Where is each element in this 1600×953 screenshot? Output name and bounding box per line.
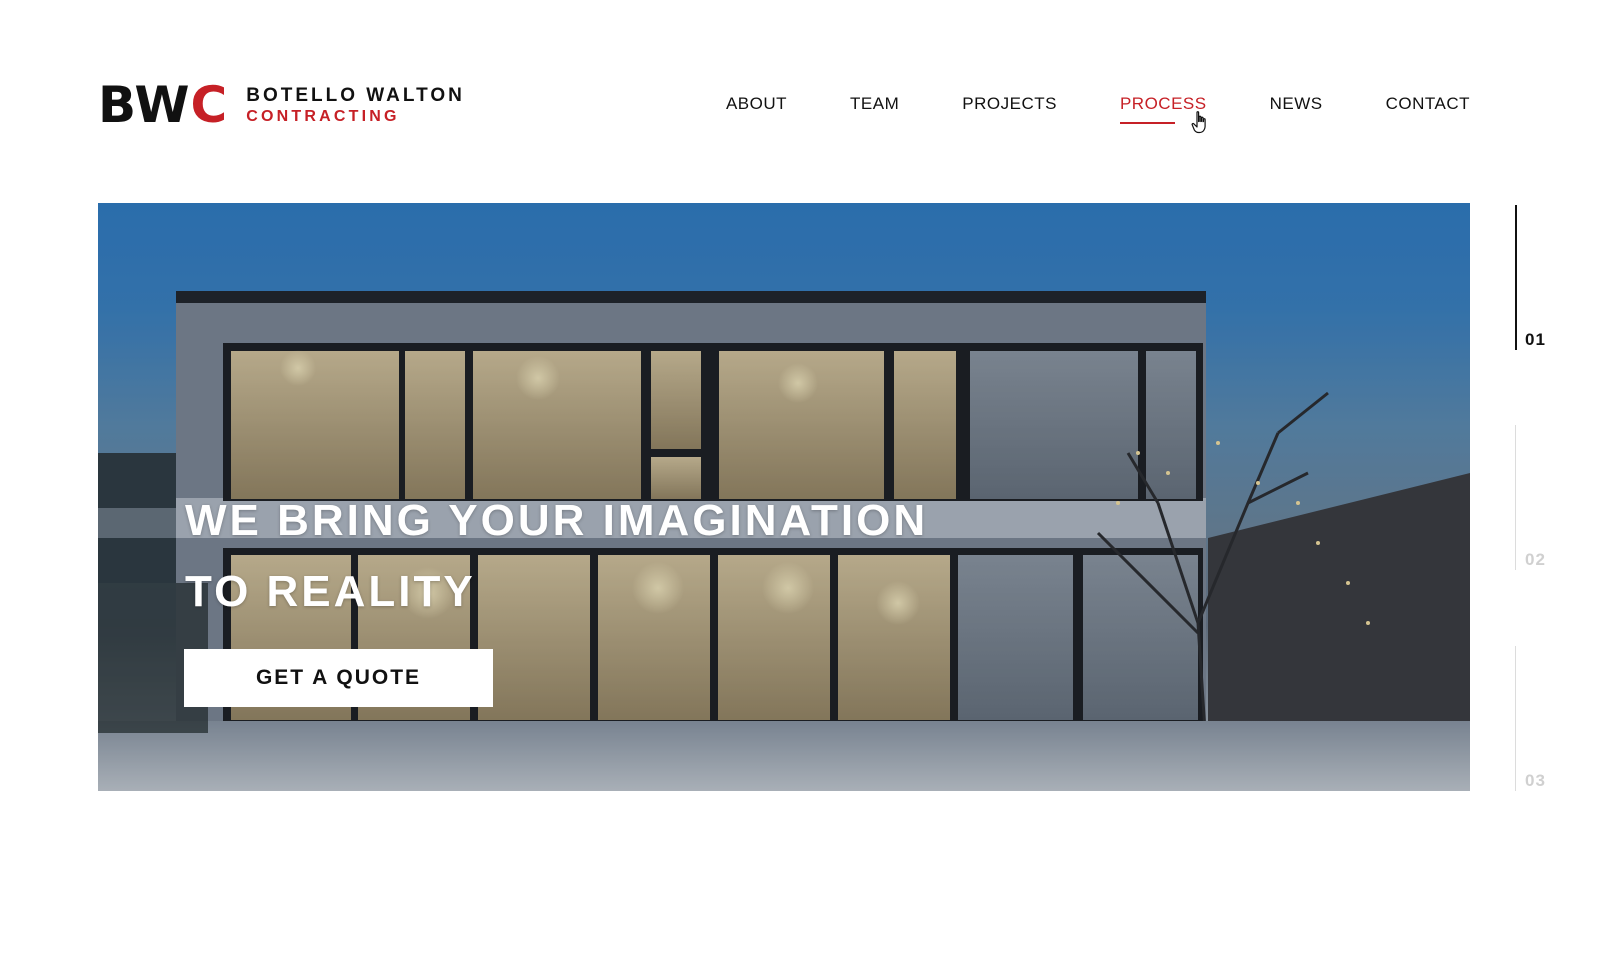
nav-item-projects[interactable]: PROJECTS: [962, 94, 1057, 114]
slide-indicator-bar: [1515, 646, 1516, 791]
logo-mark: BWC: [98, 80, 228, 130]
slide-indicator-number: 02: [1525, 550, 1546, 569]
slide-indicator-1[interactable]: 01: [1515, 205, 1565, 350]
active-nav-underline: [1119, 122, 1175, 124]
nav-item-about[interactable]: ABOUT: [726, 94, 787, 114]
slide-indicator-3[interactable]: 03: [1515, 646, 1565, 791]
hero-banner: WE BRING YOUR IMAGINATION TO REALITY GET…: [98, 203, 1470, 791]
logo-line1: BOTELLO WALTON: [246, 84, 465, 106]
nav-item-news[interactable]: NEWS: [1270, 94, 1323, 114]
slide-indicator-number: 03: [1525, 771, 1546, 790]
logo-wordmark: BOTELLO WALTON CONTRACTING: [246, 86, 465, 125]
slide-indicator-bar: [1515, 205, 1517, 350]
brand-logo[interactable]: BWC BOTELLO WALTON CONTRACTING: [98, 80, 465, 130]
hero-headline: WE BRING YOUR IMAGINATION TO REALITY: [185, 485, 928, 627]
slide-indicator-2[interactable]: 02: [1515, 425, 1565, 570]
logo-line2: CONTRACTING: [246, 107, 400, 125]
page: BWC BOTELLO WALTON CONTRACTING ABOUT TEA…: [0, 0, 1600, 953]
logo-mark-accent: C: [190, 76, 229, 134]
slide-indicator-bar: [1515, 425, 1516, 570]
get-a-quote-button[interactable]: GET A QUOTE: [184, 649, 493, 707]
hero-headline-line2: TO REALITY: [185, 567, 476, 616]
nav-item-team[interactable]: TEAM: [850, 94, 899, 114]
logo-mark-prefix: BW: [98, 76, 191, 134]
nav-item-contact[interactable]: CONTACT: [1386, 94, 1470, 114]
main-nav: ABOUT TEAM PROJECTS PROCESS NEWS CONTACT: [663, 94, 1470, 124]
hand-pointer-icon: [1191, 111, 1206, 134]
slide-indicator-number: 01: [1525, 330, 1546, 349]
hero-headline-line1: WE BRING YOUR IMAGINATION: [185, 496, 929, 545]
